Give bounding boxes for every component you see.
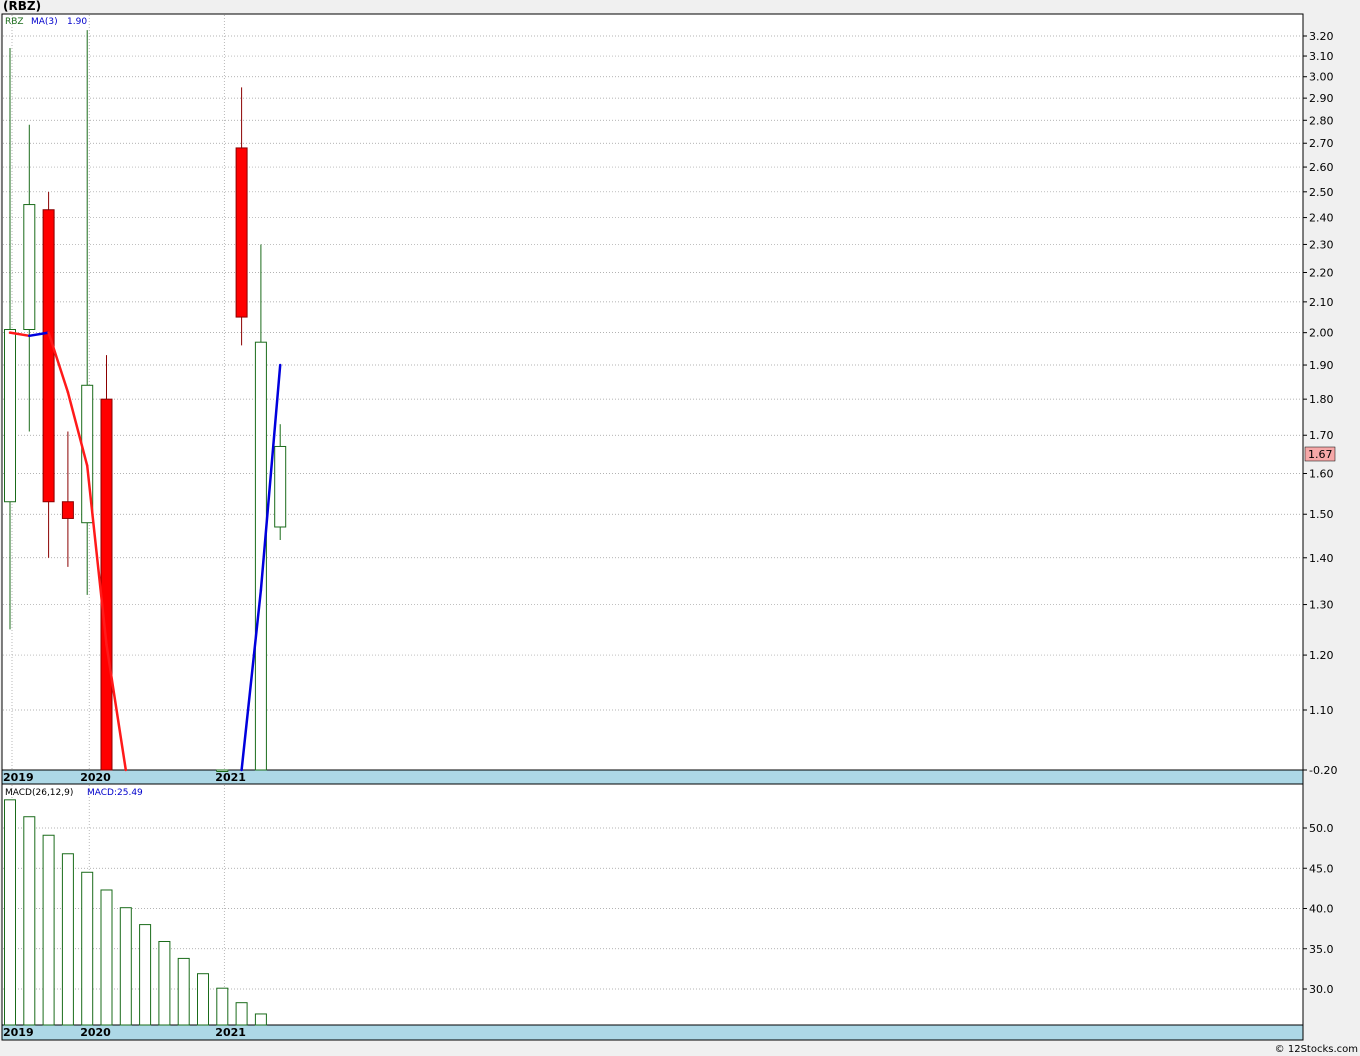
candle-body-down [42, 209, 55, 503]
price-y-tick-label: 3.20 [1309, 30, 1334, 43]
price-y-tick-label: 2.90 [1309, 92, 1334, 105]
macd-legend-label: MACD(26,12,9) [5, 788, 73, 798]
macd-bar [235, 1002, 248, 1026]
price-y-tick-label: 1.80 [1309, 393, 1334, 406]
candle-body-up [23, 204, 36, 331]
macd-legend-value: MACD:25.49 [87, 788, 143, 798]
candle-body-down [235, 147, 248, 318]
macd-bar [216, 987, 229, 1026]
macd-y-tick-label: 50.0 [1309, 822, 1334, 835]
candle-body-up [216, 769, 229, 772]
price-y-tick-label: 2.50 [1309, 186, 1334, 199]
price-y-tick-label: 2.00 [1309, 327, 1334, 340]
legend-ma-label: MA(3) [31, 17, 58, 27]
macd-bar [42, 834, 55, 1026]
price-y-tick-label: 1.50 [1309, 508, 1334, 521]
macd-y-tick-label: 40.0 [1309, 903, 1334, 916]
price-y-tick-label: -0.20 [1309, 764, 1337, 777]
price-y-tick-label: 2.80 [1309, 114, 1334, 127]
price-y-tick-label: 2.40 [1309, 212, 1334, 225]
macd-y-axis: 50.0 45.0 40.0 35.0 30.0 [1303, 822, 1334, 996]
price-y-tick-label: 3.00 [1309, 71, 1334, 84]
price-y-tick-label: 2.70 [1309, 137, 1334, 150]
legend-ma-value: 1.90 [67, 17, 87, 27]
macd-y-tick-label: 45.0 [1309, 862, 1334, 875]
price-y-tick-label: 1.10 [1309, 704, 1334, 717]
macd-bar [158, 941, 171, 1026]
price-y-tick-label: 2.30 [1309, 238, 1334, 251]
price-y-tick-label: 2.20 [1309, 266, 1334, 279]
candle-body-down [61, 501, 74, 519]
macd-bar [197, 973, 209, 1026]
macd-y-tick-label: 35.0 [1309, 943, 1334, 956]
macd-y-tick-label: 30.0 [1309, 983, 1334, 996]
price-y-tick-label: 2.10 [1309, 296, 1334, 309]
macd-bar [61, 853, 74, 1026]
macd-bar [4, 799, 16, 1026]
candle-body-up [274, 445, 287, 528]
price-x-tick-label: 2019 [3, 771, 34, 784]
price-y-tick-label: 1.30 [1309, 599, 1334, 612]
stock-chart: 3.20 3.10 3.00 2.90 2.80 2.70 2.60 2.50 2.40 2.30… [1, 13, 1337, 1041]
candle-body-up [4, 329, 16, 503]
watermark: © 12Stocks.com [1274, 1044, 1358, 1055]
macd-bar [81, 871, 94, 1026]
price-x-tick-label: 2020 [80, 771, 111, 784]
price-x-tick-label: 2021 [215, 771, 246, 784]
price-y-tick-label: 3.10 [1309, 50, 1334, 63]
price-y-tick-label: 1.90 [1309, 359, 1334, 372]
price-y-tick-label: 1.60 [1309, 468, 1334, 481]
macd-bar [23, 816, 36, 1026]
price-time-band [1, 769, 1304, 785]
legend-symbol: RBZ [5, 17, 24, 27]
price-y-tick-label: 1.20 [1309, 649, 1334, 662]
macd-bar [119, 907, 132, 1026]
candle-body-down [100, 398, 113, 771]
macd-x-tick-label: 2021 [215, 1026, 246, 1039]
price-y-axis: 3.20 3.10 3.00 2.90 2.80 2.70 2.60 2.50 2.40 2.30… [1303, 30, 1337, 777]
macd-bar [139, 924, 152, 1026]
macd-bar [177, 957, 190, 1026]
price-y-tick-label: 1.40 [1309, 552, 1334, 565]
price-y-tick-label: 2.60 [1309, 161, 1334, 174]
macd-x-tick-label: 2020 [80, 1026, 111, 1039]
price-y-tick-label: 1.70 [1309, 429, 1334, 442]
macd-bar [254, 1013, 267, 1026]
macd-bar [100, 889, 113, 1026]
macd-x-tick-label: 2019 [3, 1026, 34, 1039]
macd-time-band [1, 1024, 1304, 1041]
last-price-label: 1.67 [1308, 448, 1333, 461]
